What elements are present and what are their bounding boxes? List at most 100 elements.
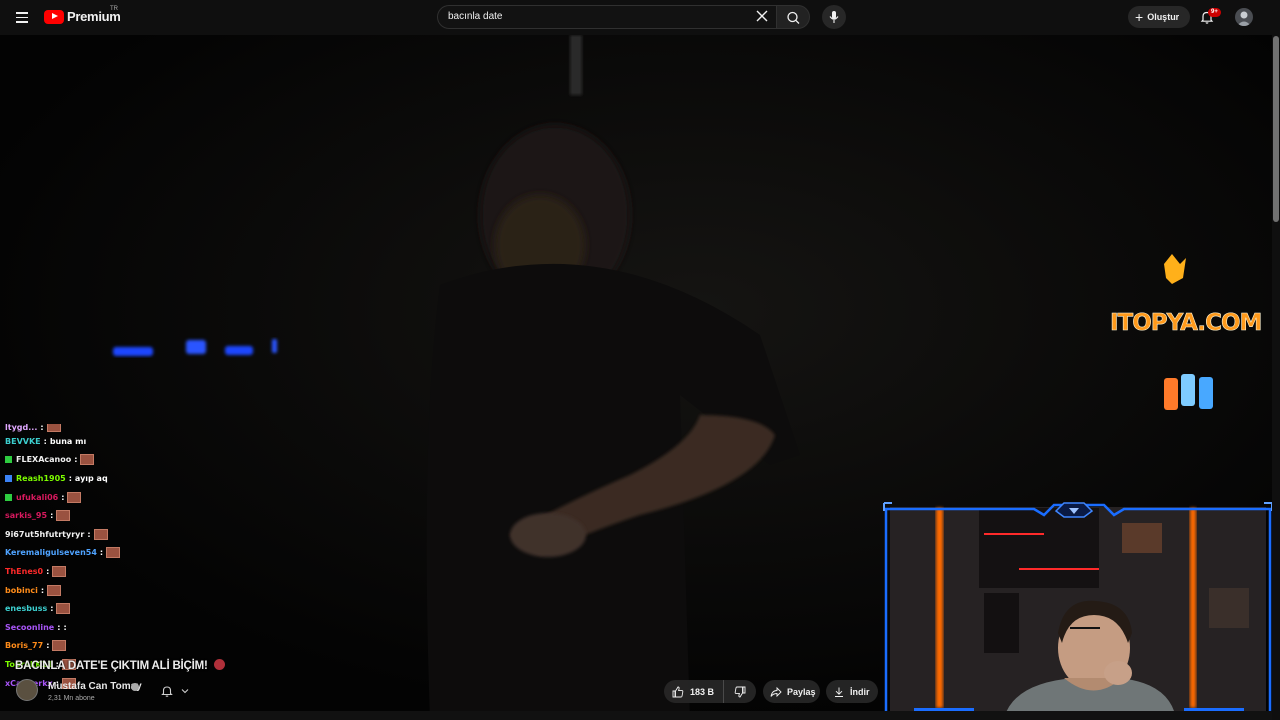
download-label: İndir	[850, 686, 870, 697]
chat-username: sarkis_95	[5, 511, 48, 521]
chat-message: ufukali06:	[0, 488, 300, 507]
chat-separator: :	[46, 566, 50, 576]
scrollbar-thumb[interactable]	[1273, 36, 1279, 222]
notification-badge: 9+	[1208, 8, 1221, 17]
chat-text: ayıp aq	[74, 473, 108, 483]
chat-username: Secoonline	[5, 622, 55, 632]
verified-icon	[131, 683, 139, 691]
chat-username: BEVVKE	[5, 436, 41, 446]
chat-emote-icon	[56, 603, 71, 615]
chat-message: xCanberkx:	[0, 674, 300, 693]
below-player-strip	[0, 711, 1272, 720]
chat-text: :	[63, 622, 67, 632]
mic-stand	[570, 35, 582, 95]
chat-message: enesbuss:	[0, 599, 300, 618]
chat-emote-icon	[52, 565, 67, 577]
chat-emote-icon	[52, 640, 67, 652]
video-overlay-title: BACINLA DATE'E ÇIKTIM ALİ BİÇİM!	[15, 659, 225, 672]
search-icon	[787, 11, 800, 24]
chat-separator: :	[50, 511, 54, 521]
chat-badge-icon	[5, 493, 12, 501]
chat-badge-icon	[5, 474, 12, 482]
chat-separator: :	[61, 492, 65, 502]
chat-message: ThEnes0:	[0, 562, 300, 581]
chat-separator: :	[43, 436, 47, 446]
channel-name[interactable]: Mustafa Can Tomay	[48, 681, 142, 692]
chat-emote-icon	[46, 424, 61, 432]
like-button[interactable]: 183 B	[664, 680, 724, 703]
download-button[interactable]: İndir	[826, 680, 878, 703]
chat-separator: :	[68, 473, 72, 483]
svg-text:ITOPYA.COM: ITOPYA.COM	[1110, 310, 1261, 336]
chat-username: Boris_77	[5, 641, 44, 651]
chat-separator: :	[99, 548, 104, 558]
chat-message: Secoonline::	[0, 618, 300, 637]
emoji-icon	[213, 659, 225, 670]
masthead: Premium TR + Oluştur 9+	[0, 0, 1272, 35]
subscriber-count: 2,31 Mn abone	[48, 695, 95, 702]
chat-message: sarkis_95:	[0, 506, 300, 525]
chat-text: buna mı	[49, 436, 87, 446]
create-label: Oluştur	[1147, 12, 1180, 22]
chat-username: ThEnes0	[5, 566, 44, 576]
chat-emote-icon	[106, 547, 121, 559]
video-player[interactable]: ITOPYA.COM ltygd...: BEVVKE: buna mı F…	[0, 35, 1272, 720]
chat-message: BEVVKE: buna mı	[0, 432, 300, 451]
create-button[interactable]: + Oluştur	[1128, 6, 1190, 28]
chat-emote-icon	[93, 528, 108, 540]
chat-separator: :	[74, 455, 78, 465]
chat-separator: :	[40, 585, 45, 595]
chevron-down-icon[interactable]	[180, 686, 190, 696]
thumbs-down-icon	[734, 686, 746, 697]
search-input[interactable]	[448, 11, 748, 22]
search-box[interactable]	[437, 5, 776, 29]
chat-overlay: ltygd...: BEVVKE: buna mı FLEXAcanoo: Reash1…	[0, 424, 300, 692]
chat-emote-icon	[80, 454, 95, 466]
menu-icon[interactable]	[12, 8, 32, 26]
chat-message: 9i67ut5hfutrtyryr:	[0, 525, 300, 544]
chat-username: bobinci	[5, 585, 38, 595]
youtube-play-icon	[44, 9, 64, 24]
chat-emote-icon	[67, 491, 82, 503]
close-icon[interactable]	[756, 10, 768, 22]
chat-separator: :	[50, 604, 54, 614]
subscription-bell-icon[interactable]	[160, 684, 174, 698]
share-label: Paylaş	[787, 686, 816, 697]
share-icon	[770, 686, 782, 697]
microphone-icon	[829, 11, 839, 23]
chat-message: Boris_77:	[0, 637, 300, 656]
account-avatar[interactable]	[1235, 8, 1253, 26]
chat-username: ltygd...	[5, 424, 38, 432]
chat-username: Keremaligulseven54	[5, 548, 97, 558]
search-button[interactable]	[776, 5, 810, 29]
download-icon	[835, 687, 843, 697]
channel-avatar[interactable]	[16, 679, 38, 701]
like-count: 183 B	[690, 686, 715, 697]
chat-separator: :	[46, 641, 50, 651]
chat-separator: :	[87, 529, 91, 539]
chat-username: Reash1905	[16, 473, 66, 483]
chat-username: FLEXAcanoo	[16, 455, 72, 465]
dislike-button[interactable]	[724, 680, 756, 703]
chat-emote-icon	[56, 510, 71, 522]
chat-message: Keremaligulseven54:	[0, 544, 300, 563]
chat-message: ltygd...:	[0, 424, 300, 432]
share-button[interactable]: Paylaş	[763, 680, 820, 703]
thumbs-up-icon	[672, 686, 684, 697]
region-code: TR	[110, 6, 118, 12]
voice-search-button[interactable]	[822, 5, 846, 29]
chat-username: ufukali06	[16, 492, 59, 502]
page-scrollbar[interactable]	[1272, 0, 1280, 720]
chat-message: FLEXAcanoo:	[0, 451, 300, 470]
chat-separator: :	[40, 424, 44, 432]
chat-separator: :	[57, 622, 61, 632]
chat-badge-icon	[5, 456, 12, 464]
chat-username: enesbuss	[5, 604, 48, 614]
chat-username: 9i67ut5hfutrtyryr	[5, 529, 85, 539]
chat-message: bobinci:	[0, 581, 300, 600]
webcam-overlay	[883, 502, 1272, 718]
avatar-image	[1237, 11, 1251, 26]
youtube-premium-logo[interactable]: Premium TR	[44, 6, 121, 24]
plus-icon: +	[1135, 9, 1144, 25]
overlay-title-text: BACINLA DATE'E ÇIKTIM ALİ BİÇİM!	[15, 660, 208, 672]
